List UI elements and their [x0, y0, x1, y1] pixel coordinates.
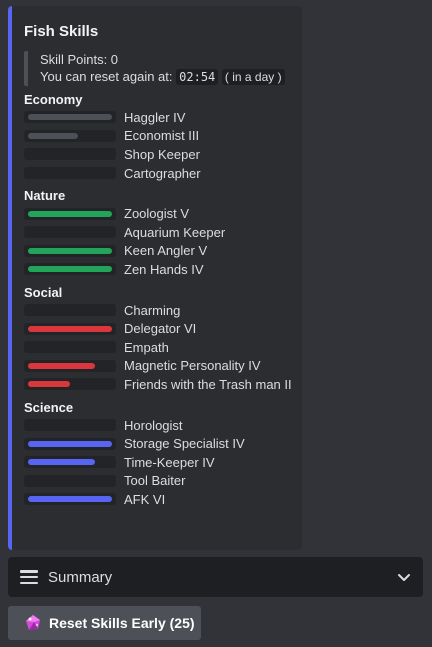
skill-row: Haggler IV	[24, 108, 302, 127]
skill-label: Economist III	[124, 128, 200, 144]
skill-progress-bar	[24, 244, 116, 257]
skill-row: Horologist	[24, 416, 302, 435]
reset-time-line: You can reset again at: 02:54 ( in a day…	[40, 68, 302, 86]
skill-points-quote: Skill Points: 0 You can reset again at: …	[24, 51, 302, 86]
skill-progress-bar	[24, 263, 116, 276]
section-title-nature: Nature	[24, 188, 66, 204]
skill-progress-bar	[24, 304, 116, 317]
skill-label: Friends with the Trash man II	[124, 376, 292, 392]
skill-progress-fill	[28, 459, 96, 466]
skill-label: Empath	[124, 339, 169, 355]
skill-progress-bar	[24, 456, 116, 469]
skill-progress-fill	[28, 114, 112, 121]
skill-row: Cartographer	[24, 164, 302, 183]
skill-label: Zen Hands IV	[124, 261, 204, 277]
reset-time-code: 02:54	[176, 69, 219, 85]
reset-prefix: You can reset again at:	[40, 69, 173, 84]
skill-progress-fill	[28, 325, 112, 332]
skill-label: Horologist	[124, 417, 183, 433]
skill-row: Keen Angler V	[24, 242, 302, 261]
skill-label: Cartographer	[124, 165, 201, 181]
skills-embed: Fish Skills Skill Points: 0 You can rese…	[8, 6, 302, 550]
section-title-social: Social	[24, 284, 63, 300]
section-title-economy: Economy	[24, 92, 83, 107]
skill-row: Storage Specialist IV	[24, 434, 302, 453]
reset-relative-time: ( in a day )	[221, 69, 285, 85]
skill-row: Shop Keeper	[24, 145, 302, 164]
skill-label: Magnetic Personality IV	[124, 358, 261, 374]
skill-sections: Economy Haggler IV Economist III Shop Keepe…	[24, 92, 302, 509]
skill-progress-fill	[28, 496, 112, 503]
skill-progress-fill	[28, 210, 112, 217]
reset-button-label: Reset Skills Early (25)	[49, 615, 195, 631]
skill-row: Zen Hands IV	[24, 260, 302, 279]
skill-row: Economist III	[24, 127, 302, 146]
skill-row: Time-Keeper IV	[24, 453, 302, 472]
skill-label: Aquarium Keeper	[124, 224, 226, 240]
skill-progress-bar	[24, 419, 116, 432]
chevron-down-icon	[398, 574, 410, 581]
skill-row: Empath	[24, 338, 302, 357]
skill-label: Delegator VI	[124, 321, 197, 337]
skill-row: Aquarium Keeper	[24, 223, 302, 242]
skill-label: AFK VI	[124, 491, 166, 507]
skill-progress-bar	[24, 341, 116, 354]
skill-progress-bar	[24, 111, 116, 124]
skill-progress-bar	[24, 207, 116, 220]
skill-row: Charming	[24, 301, 302, 320]
skill-label: Shop Keeper	[124, 146, 200, 162]
skill-progress-bar	[24, 493, 116, 506]
skill-points-text: Skill Points: 0	[40, 52, 119, 67]
skill-label: Zoologist V	[124, 206, 190, 222]
skill-progress-bar	[24, 148, 116, 161]
skill-progress-bar	[24, 226, 116, 239]
skill-label: Time-Keeper IV	[124, 454, 215, 470]
skill-row: AFK VI	[24, 490, 302, 509]
skill-progress-fill	[28, 440, 112, 447]
hamburger-icon	[20, 570, 38, 584]
skill-label: Keen Angler V	[124, 243, 208, 259]
skill-progress-bar	[24, 129, 116, 142]
skill-progress-fill	[28, 362, 96, 369]
skill-row: Delegator VI	[24, 319, 302, 338]
skill-progress-fill	[28, 266, 112, 273]
skill-row: Friends with the Trash man II	[24, 375, 302, 394]
reset-skills-early-button[interactable]: Reset Skills Early (25)	[8, 606, 201, 640]
skill-row: Tool Baiter	[24, 472, 302, 491]
summary-label: Summary	[48, 568, 113, 586]
skill-progress-bar	[24, 474, 116, 487]
skill-progress-fill	[28, 132, 79, 139]
gem-icon	[26, 615, 40, 630]
skill-label: Haggler IV	[124, 109, 186, 125]
section-title-science: Science	[24, 399, 74, 415]
skill-label: Charming	[124, 302, 181, 318]
skill-label: Tool Baiter	[124, 473, 186, 489]
skill-row: Magnetic Personality IV	[24, 357, 302, 376]
skill-progress-fill	[28, 247, 112, 254]
skill-progress-bar	[24, 437, 116, 450]
summary-dropdown[interactable]: Summary	[8, 557, 423, 597]
skill-progress-bar	[24, 322, 116, 335]
skill-progress-bar	[24, 167, 116, 180]
skill-progress-fill	[28, 381, 70, 388]
embed-title: Fish Skills	[24, 23, 99, 40]
skill-progress-bar	[24, 359, 116, 372]
skill-label: Storage Specialist IV	[124, 436, 245, 452]
skill-row: Zoologist V	[24, 204, 302, 223]
skill-progress-bar	[24, 378, 116, 391]
